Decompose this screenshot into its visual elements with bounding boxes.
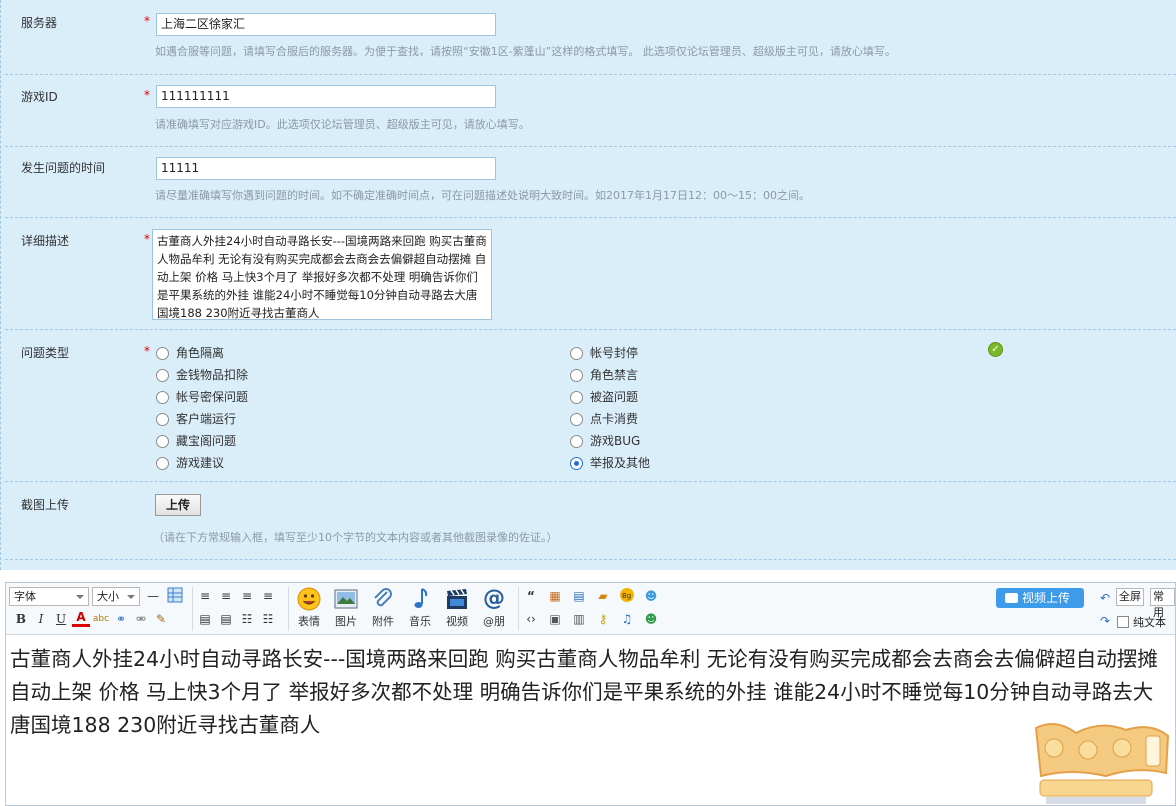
radio-button[interactable] <box>570 435 583 448</box>
radio-button-checked[interactable] <box>570 457 583 470</box>
issue-type-label: 问题类型 <box>21 346 70 360</box>
editor-content[interactable]: 古董商人外挂24小时自动寻路长安---国境两路来回跑 购买古董商人物品牟利 无论… <box>10 643 1170 742</box>
game-id-row: 游戏ID * 111111111 请准确填写对应游戏ID。此选项仅论坛管理员、超… <box>5 75 1176 147</box>
rich-text-editor: 字体 大小 — B I U A abc ⚭ ⚮ ✎ ≡ ≡ ≡ ≡ ▤ ▤ ☷ … <box>5 582 1176 806</box>
at-icon: @ <box>483 586 505 611</box>
radio-button[interactable] <box>156 435 169 448</box>
toolbar-separator <box>192 587 193 631</box>
italic-icon[interactable]: I <box>32 610 50 628</box>
redo-icon[interactable]: ↷ <box>1096 612 1114 630</box>
font-color-icon[interactable]: A <box>72 610 90 627</box>
monster-icon[interactable]: ☻ <box>642 610 660 628</box>
mention-button[interactable]: @ @朋 <box>476 585 512 633</box>
svg-text:Bg: Bg <box>622 592 631 600</box>
valid-check-icon: ✓ <box>988 342 1003 357</box>
float-right-icon[interactable]: ▤ <box>217 610 235 628</box>
index-icon[interactable]: ▥ <box>570 610 588 628</box>
align-left-icon[interactable]: ≡ <box>196 587 214 605</box>
game-id-hint: 请准确填写对应游戏ID。此选项仅论坛管理员、超级版主可见，请放心填写。 <box>155 118 530 131</box>
align-center-icon[interactable]: ≡ <box>217 587 235 605</box>
radio-button[interactable] <box>156 369 169 382</box>
plain-text-label: 纯文本 <box>1133 616 1166 629</box>
music-button[interactable]: 音乐 <box>402 585 438 633</box>
undo-icon[interactable]: ↶ <box>1096 589 1114 607</box>
bug-report-form: 服务器 * 上海二区徐家汇 如遇合服等问题，请填写合服后的服务器。为便于查找，请… <box>0 0 1176 570</box>
float-left-icon[interactable]: ▤ <box>196 610 214 628</box>
page-icon[interactable]: ▣ <box>546 610 564 628</box>
image-button[interactable]: 图片 <box>328 585 364 633</box>
spellcheck-icon[interactable]: abc <box>92 610 110 628</box>
table-icon[interactable] <box>166 587 184 605</box>
password-icon[interactable]: ⚷ <box>594 610 612 628</box>
server-label: 服务器 <box>21 16 58 30</box>
required-mark: * <box>144 88 150 102</box>
required-mark: * <box>144 232 150 246</box>
toolbar-separator <box>518 587 519 631</box>
plain-text-checkbox[interactable] <box>1117 616 1129 628</box>
game-id-label: 游戏ID <box>21 90 58 104</box>
free-icon[interactable]: ▦ <box>546 587 564 605</box>
required-mark: * <box>144 14 150 28</box>
required-mark: * <box>144 344 150 358</box>
time-input[interactable]: 11111 <box>156 157 496 180</box>
bold-icon[interactable]: B <box>12 610 30 628</box>
image-icon <box>334 589 358 609</box>
description-label: 详细描述 <box>21 234 70 248</box>
emoji-button[interactable]: 表情 <box>291 585 327 633</box>
server-input[interactable]: 上海二区徐家汇 <box>156 13 496 36</box>
radio-button[interactable] <box>570 413 583 426</box>
time-hint: 请尽量准确填写你遇到问题的时间。如不确定准确时间点，可在问题描述处说明大致时间。… <box>155 189 810 202</box>
description-textarea[interactable]: 古董商人外挂24小时自动寻路长安---国境两路来回跑 购买古董商人物品牟利 无论… <box>152 229 492 320</box>
video-clapper-icon <box>447 589 467 609</box>
quote-icon[interactable]: “ <box>522 587 540 605</box>
time-label: 发生问题的时间 <box>21 161 106 175</box>
game-id-input[interactable]: 111111111 <box>156 85 496 108</box>
radio-button[interactable] <box>570 369 583 382</box>
screenshot-hint: （请在下方常规输入框，填写至少10个字节的文本内容或者其他截图录像的佐证。） <box>153 531 558 544</box>
toolbar-separator <box>288 587 289 631</box>
ordered-list-icon[interactable]: ☷ <box>238 610 256 628</box>
radio-button[interactable] <box>570 347 583 360</box>
unordered-list-icon[interactable]: ☷ <box>259 610 277 628</box>
camera-icon <box>1005 593 1018 603</box>
time-row: 发生问题的时间 11111 请尽量准确填写你遇到问题的时间。如不确定准确时间点，… <box>5 147 1176 218</box>
attachment-button[interactable]: 附件 <box>365 585 401 633</box>
music-insert-icon[interactable]: ♫ <box>618 610 636 628</box>
underline-icon[interactable]: U <box>52 610 70 628</box>
postbg-icon[interactable]: ▰ <box>594 587 612 605</box>
screenshot-label: 截图上传 <box>21 498 70 512</box>
video-upload-button[interactable]: 视频上传 <box>996 588 1084 608</box>
radio-button[interactable] <box>156 413 169 426</box>
game-logo-watermark <box>1034 723 1170 804</box>
hr-icon[interactable]: — <box>144 587 162 605</box>
video-button[interactable]: 视频 <box>439 585 475 633</box>
font-family-select[interactable]: 字体 <box>9 587 89 606</box>
server-hint: 如遇合服等问题，请填写合服后的服务器。为便于查找，请按照“安徽1区-紫蓬山”这样… <box>155 45 896 58</box>
align-right-icon[interactable]: ≡ <box>238 587 256 605</box>
radio-button[interactable] <box>156 457 169 470</box>
music-note-icon <box>414 588 428 608</box>
hide-icon[interactable]: ▤ <box>570 587 588 605</box>
fullscreen-button[interactable]: 全屏 <box>1116 588 1144 606</box>
radio-button[interactable] <box>570 391 583 404</box>
clear-format-icon[interactable]: ✎ <box>152 610 170 628</box>
radio-button[interactable] <box>156 391 169 404</box>
link-icon[interactable]: ⚭ <box>112 610 130 628</box>
smiley-icon <box>297 587 321 611</box>
editor-toolbar: 字体 大小 — B I U A abc ⚭ ⚮ ✎ ≡ ≡ ≡ ≡ ▤ ▤ ☷ … <box>6 583 1175 635</box>
code-icon[interactable]: ‹› <box>522 610 540 628</box>
font-size-select[interactable]: 大小 <box>92 587 140 606</box>
common-button[interactable]: 常用 <box>1150 588 1175 619</box>
bg-color-icon[interactable]: Bg <box>618 587 636 605</box>
upload-button[interactable]: 上传 <box>155 494 201 516</box>
robot-icon[interactable]: ☻ <box>642 587 660 605</box>
unlink-icon[interactable]: ⚮ <box>132 610 150 628</box>
align-justify-icon[interactable]: ≡ <box>259 587 277 605</box>
server-row: 服务器 * 上海二区徐家汇 如遇合服等问题，请填写合服后的服务器。为便于查找，请… <box>5 0 1176 75</box>
radio-button[interactable] <box>156 347 169 360</box>
paperclip-icon <box>374 588 392 607</box>
